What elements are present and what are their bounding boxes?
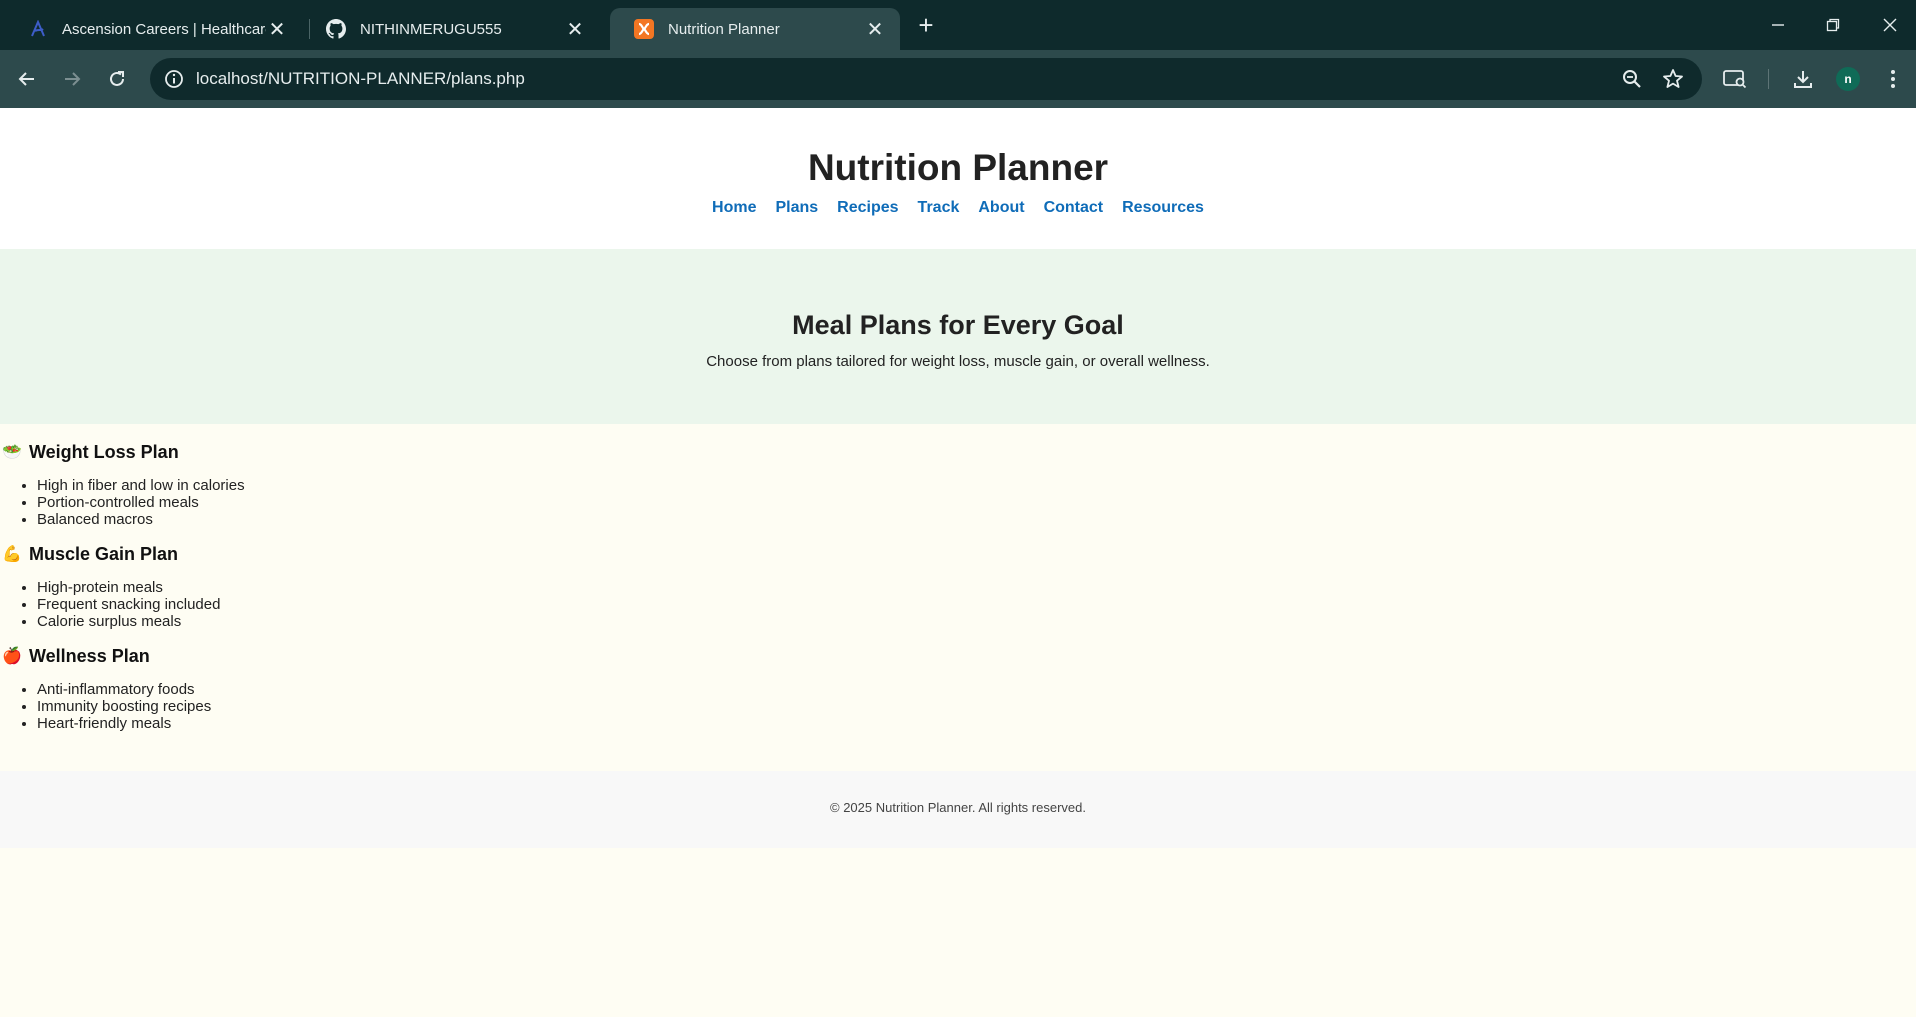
plan-heading: 🍎 Wellness Plan [0, 642, 1916, 670]
plan-feature-list: High in fiber and low in calories Portio… [0, 477, 1916, 528]
hero-subtext: Choose from plans tailored for weight lo… [706, 353, 1210, 370]
tab-ascension[interactable]: Ascension Careers | Healthcare Jobs ✕ [4, 8, 302, 50]
zoom-icon[interactable] [1620, 67, 1644, 91]
tab-github[interactable]: NITHINMERUGU555 ✕ [302, 8, 600, 50]
new-tab-button[interactable]: + [912, 10, 940, 40]
back-button[interactable] [10, 62, 44, 96]
plan-title: Wellness Plan [29, 645, 150, 666]
nav-home-link[interactable]: Home [712, 198, 756, 218]
tab-nutrition-planner[interactable]: Nutrition Planner ✕ [610, 8, 900, 50]
browser-toolbar: localhost/NUTRITION-PLANNER/plans.php n [0, 50, 1916, 108]
reload-icon [110, 71, 124, 86]
plan-feature-list: High-protein meals Frequent snacking inc… [0, 579, 1916, 630]
nav-plans-link[interactable]: Plans [775, 198, 818, 218]
menu-kebab-icon[interactable] [1880, 66, 1906, 92]
site-title: Nutrition Planner [807, 147, 1109, 188]
close-tab-icon[interactable]: ✕ [564, 18, 586, 41]
forward-button[interactable] [55, 62, 89, 96]
site-footer: © 2025 Nutrition Planner. All rights res… [0, 771, 1916, 848]
apple-icon: 🍎 [2, 648, 22, 665]
list-item: Immunity boosting recipes [37, 698, 1916, 715]
site-info-icon[interactable] [162, 67, 186, 91]
plan-wellness: 🍎 Wellness Plan Anti-inflammatory foods I… [0, 642, 1916, 733]
address-bar[interactable]: localhost/NUTRITION-PLANNER/plans.php [150, 58, 1702, 100]
flexed-bicep-icon: 💪 [2, 546, 22, 563]
plan-title: Weight Loss Plan [29, 441, 179, 462]
ascension-logo-icon [28, 19, 48, 39]
xampp-icon [634, 19, 654, 39]
list-item: Heart-friendly meals [37, 715, 1916, 732]
profile-avatar[interactable]: n [1836, 67, 1860, 91]
list-item: High in fiber and low in calories [37, 477, 1916, 494]
list-item: Balanced macros [37, 511, 1916, 528]
list-item: High-protein meals [37, 579, 1916, 596]
github-icon [326, 19, 346, 39]
forward-arrow-icon [65, 72, 81, 86]
minimize-button[interactable] [1756, 8, 1800, 42]
url-text[interactable]: localhost/NUTRITION-PLANNER/plans.php [196, 69, 525, 89]
plan-muscle-gain: 💪 Muscle Gain Plan High-protein meals Fre… [0, 540, 1916, 631]
tab-title: Ascension Careers | Healthcare Jobs [62, 20, 266, 38]
plan-weight-loss: 🥗 Weight Loss Plan High in fiber and low … [0, 438, 1916, 529]
hero-section: Meal Plans for Every Goal Choose from pl… [0, 249, 1916, 424]
plans-section: 🥗 Weight Loss Plan High in fiber and low … [0, 424, 1916, 771]
tab-search-icon[interactable] [1722, 66, 1748, 92]
toolbar-separator [1768, 69, 1769, 89]
nav-about-link[interactable]: About [978, 198, 1024, 218]
salad-icon: 🥗 [2, 444, 22, 461]
tab-title: NITHINMERUGU555 [360, 20, 502, 38]
nav-track-link[interactable]: Track [918, 198, 960, 218]
nav-recipes-link[interactable]: Recipes [837, 198, 898, 218]
copyright-text: © 2025 Nutrition Planner. All rights res… [830, 800, 1086, 815]
page-viewport: Nutrition Planner Home Plans Recipes Tra… [0, 108, 1916, 1017]
list-item: Anti-inflammatory foods [37, 681, 1916, 698]
site-nav: Home Plans Recipes Track About Contact R… [0, 198, 1916, 218]
tab-strip: Ascension Careers | Healthcare Jobs ✕ NI… [0, 0, 1916, 50]
close-tab-icon[interactable]: ✕ [864, 18, 886, 41]
close-window-button[interactable] [1868, 8, 1912, 42]
bookmark-star-icon[interactable] [1661, 67, 1685, 91]
hero-heading: Meal Plans for Every Goal [792, 310, 1124, 340]
list-item: Calorie surplus meals [37, 613, 1916, 630]
list-item: Portion-controlled meals [37, 494, 1916, 511]
list-item: Frequent snacking included [37, 596, 1916, 613]
close-tab-icon[interactable]: ✕ [266, 18, 288, 41]
plan-heading: 💪 Muscle Gain Plan [0, 540, 1916, 568]
back-arrow-icon [18, 72, 34, 86]
plan-title: Muscle Gain Plan [29, 543, 179, 564]
nav-resources-link[interactable]: Resources [1122, 198, 1204, 218]
site-header: Nutrition Planner Home Plans Recipes Tra… [0, 108, 1916, 249]
nav-contact-link[interactable]: Contact [1044, 198, 1104, 218]
download-icon[interactable] [1790, 66, 1816, 92]
plan-feature-list: Anti-inflammatory foods Immunity boostin… [0, 681, 1916, 732]
plan-heading: 🥗 Weight Loss Plan [0, 438, 1916, 466]
restore-button[interactable] [1811, 8, 1855, 42]
tab-title: Nutrition Planner [668, 20, 780, 38]
reload-button[interactable] [100, 62, 134, 96]
